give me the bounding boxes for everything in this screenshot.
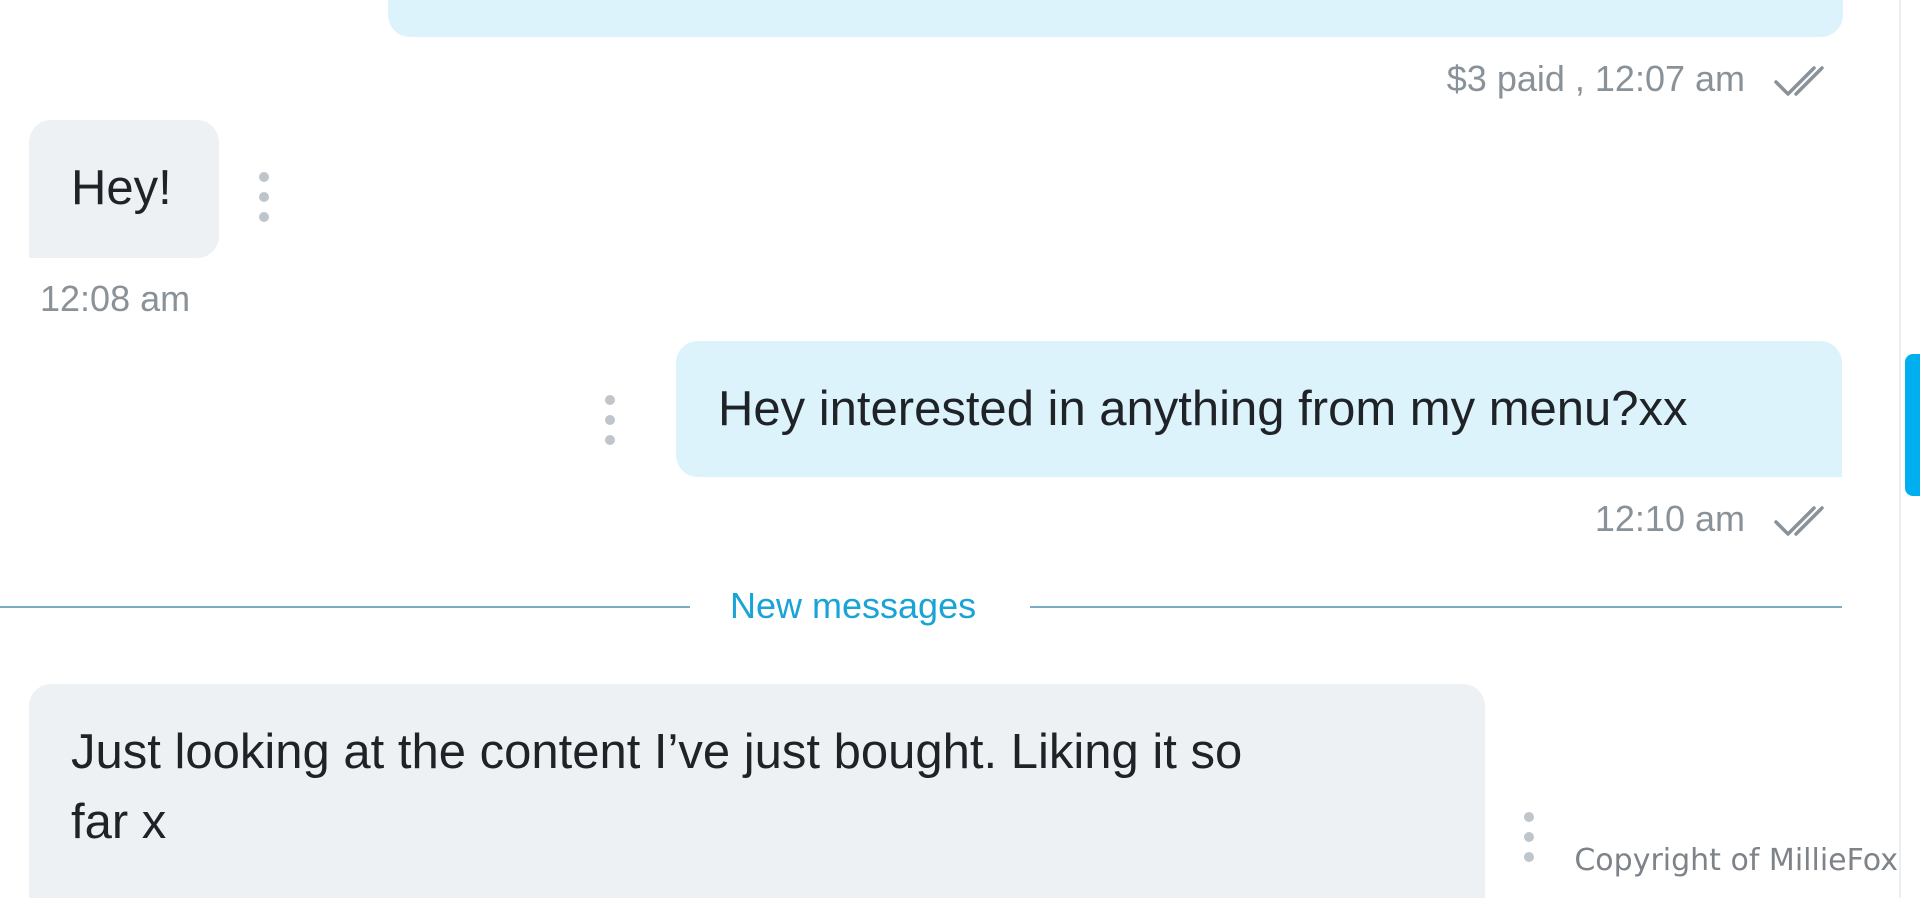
dot [259, 192, 269, 202]
message-options-icon[interactable] [598, 395, 622, 445]
double-check-icon [1774, 66, 1824, 96]
message-options-icon[interactable] [1517, 812, 1541, 862]
message-text: Hey! [71, 161, 172, 215]
copyright-watermark: Copyright of MillieFox [1574, 843, 1898, 878]
message-text-line-2: far x [71, 795, 167, 849]
scrollbar-track[interactable] [1899, 0, 1901, 898]
dot [1524, 832, 1534, 842]
chat-page: $3 paid , 12:07 am Hey! 12:08 am Hey int… [0, 0, 1920, 898]
dot [1524, 812, 1534, 822]
message-thread[interactable]: $3 paid , 12:07 am Hey! 12:08 am Hey int… [0, 0, 1900, 898]
outgoing-message-bubble[interactable] [388, 0, 1843, 37]
dot [1524, 852, 1534, 862]
message-meta: $3 paid , 12:07 am [1446, 58, 1745, 99]
new-messages-label: New messages [730, 585, 977, 626]
message-time: 12:08 am [40, 278, 191, 319]
double-check-icon [1774, 506, 1824, 536]
dot [259, 212, 269, 222]
divider-line-left [0, 606, 690, 608]
message-text: Hey interested in anything from my menu?… [718, 382, 1688, 436]
dot [605, 415, 615, 425]
message-options-icon[interactable] [252, 172, 276, 222]
message-text-line-1: Just looking at the content I’ve just bo… [71, 725, 1243, 779]
message-time: 12:10 am [1594, 498, 1745, 539]
dot [605, 435, 615, 445]
incoming-message-bubble[interactable]: Hey! [29, 120, 219, 258]
outgoing-message-bubble[interactable]: Hey interested in anything from my menu?… [676, 341, 1842, 477]
incoming-message-bubble[interactable]: Just looking at the content I’ve just bo… [29, 684, 1485, 898]
dot [605, 395, 615, 405]
divider-line-right [1030, 606, 1842, 608]
scrollbar-thumb[interactable] [1905, 354, 1920, 496]
dot [259, 172, 269, 182]
